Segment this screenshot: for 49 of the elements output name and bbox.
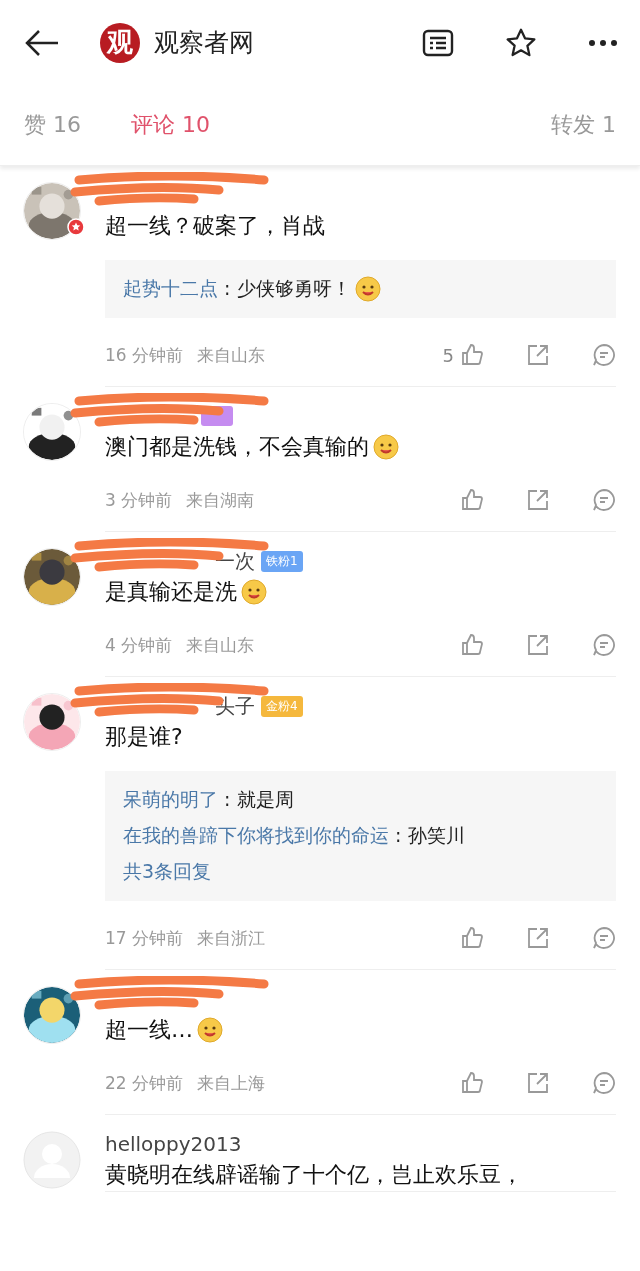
comment-time: 4 分钟前 (105, 633, 173, 657)
tab[interactable]: 转发 1 (551, 110, 616, 140)
thumbs-up-icon[interactable] (460, 488, 484, 512)
reply: 呆萌的明了 : 就是周 (123, 787, 295, 812)
username: helloppy2013 (105, 1132, 242, 1156)
comment-time: 17 分钟前 (105, 926, 184, 950)
comment-text: 那是谁? (105, 723, 184, 751)
reply: 起势十二点 : 少侠够勇呀！ (123, 276, 598, 302)
thumbs-up-icon[interactable] (460, 633, 484, 657)
comment-location: 来自湖南 (186, 488, 255, 512)
logo: 观 (100, 22, 140, 63)
share-icon[interactable] (526, 343, 550, 367)
comment-location: 来自上海 (197, 1071, 266, 1095)
reply: 在我的兽蹄下你将找到你的命运 : 孙笑川 (123, 823, 466, 848)
comment-text: 超一线？破案了，肖战 (105, 212, 326, 240)
comment-icon[interactable] (592, 1071, 616, 1095)
comment-icon[interactable] (592, 633, 616, 657)
tab[interactable]: 赞 16 (24, 110, 81, 140)
comment-time: 16 分钟前 (105, 343, 184, 367)
article-icon[interactable] (422, 28, 454, 57)
fan-badge: 金粉4 (261, 695, 303, 717)
share-icon[interactable] (526, 488, 550, 512)
thumbs-up-icon[interactable] (460, 343, 484, 367)
more-replies-link[interactable]: 共3条回复 (123, 859, 598, 885)
comment-location: 来自浙江 (197, 926, 266, 950)
share-icon[interactable] (526, 926, 550, 950)
comment-text: 黄晓明在线辟谣输了十个亿，岂止欢乐豆， (105, 1161, 524, 1189)
thumbs-up-icon[interactable] (460, 926, 484, 950)
account-title: 观察者网 (154, 27, 255, 59)
thumbs-up-icon[interactable] (460, 1071, 484, 1095)
comment-time: 22 分钟前 (105, 1071, 184, 1095)
username: 一次 (215, 547, 255, 575)
more-icon[interactable] (588, 38, 618, 47)
comment-icon[interactable] (592, 926, 616, 950)
back-button[interactable] (24, 27, 60, 58)
fan-badge: 铁粉1 (261, 550, 303, 572)
tab[interactable]: 评论 10 (131, 110, 210, 140)
comment-location: 来自山东 (186, 633, 255, 657)
comment-icon[interactable] (592, 343, 616, 367)
like-count: 5 (442, 344, 454, 366)
comment-location: 来自山东 (197, 343, 266, 367)
star-icon[interactable] (504, 26, 538, 59)
comment-icon[interactable] (592, 488, 616, 512)
comment-time: 3 分钟前 (105, 488, 173, 512)
share-icon[interactable] (526, 1071, 550, 1095)
comment-text: 澳门都是洗钱，不会真输的 (105, 431, 616, 463)
share-icon[interactable] (526, 633, 550, 657)
comment-text: 超一线… (105, 1014, 616, 1046)
comment-text: 是真输还是洗 (105, 576, 616, 608)
